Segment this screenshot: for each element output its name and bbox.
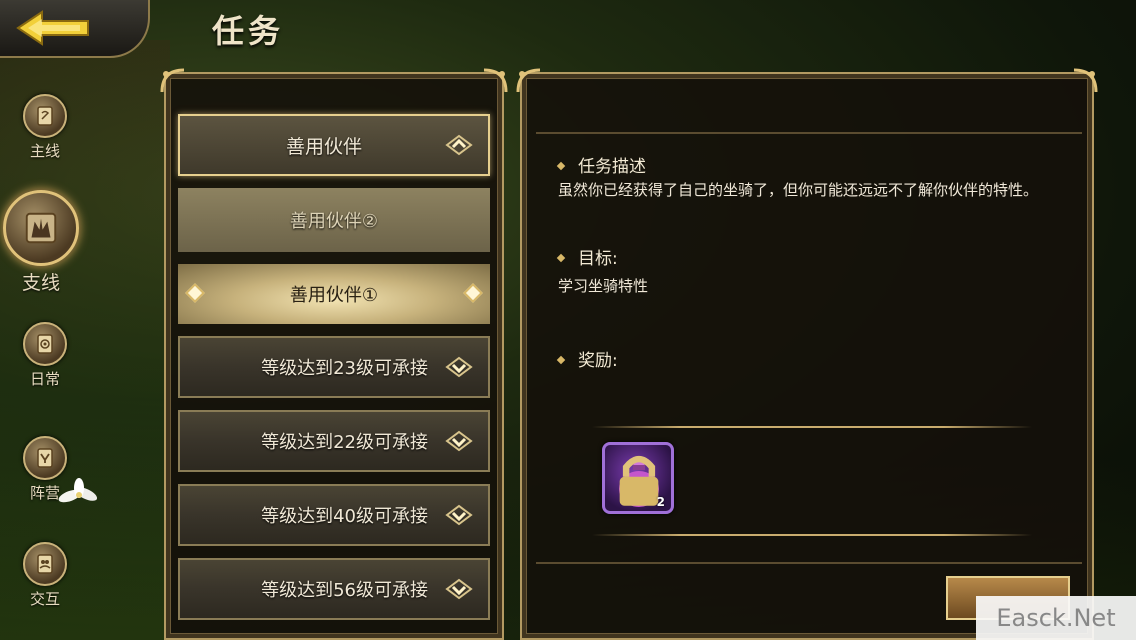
task-item[interactable]: 善用伙伴② [178, 188, 490, 252]
chevron-up-icon [445, 134, 473, 156]
crown-icon [3, 190, 79, 266]
task-group[interactable]: 等级达到56级可承接 [178, 558, 490, 620]
divider [592, 534, 1032, 536]
nav-item-daily[interactable]: 日常 [0, 322, 90, 389]
task-item-label: 善用伙伴② [289, 211, 379, 232]
task-group-label: 等级达到40级可承接 [261, 506, 428, 527]
watermark: Easck.Net [976, 596, 1136, 640]
corner-ornament [1070, 66, 1100, 96]
description-text: 虽然你已经获得了自己的坐骑了，但你可能还远远不了解你伙伴的特性。 [558, 181, 1039, 199]
nav-item-main[interactable]: 主线 [0, 94, 90, 161]
reward-count: 2 [656, 495, 665, 509]
task-list-panel: 善用伙伴 善用伙伴② 善用伙伴① 等级达到23级可承接 等级达到22级可承接 等… [160, 68, 508, 640]
scroll-icon [23, 94, 67, 138]
task-group[interactable]: 等级达到40级可承接 [178, 484, 490, 546]
nav-item-interact[interactable]: 交互 [0, 542, 90, 609]
chevron-down-icon [445, 578, 473, 600]
reward-item-slot[interactable]: 2 [602, 442, 674, 514]
corner-ornament [158, 66, 188, 96]
chevron-down-icon [445, 504, 473, 526]
nav-item-side[interactable]: 支线 [0, 190, 86, 295]
goal-title: 目标: [558, 244, 618, 269]
nav-label-side: 支线 [21, 272, 60, 294]
task-item-selected[interactable]: 善用伙伴① [178, 264, 490, 324]
task-group-list: 等级达到23级可承接 等级达到22级可承接 等级达到40级可承接 等级达到56级… [178, 336, 494, 620]
left-nav: 主线 支线 日常 阵营 交互 [0, 90, 90, 620]
page-title: 任务 [212, 12, 285, 50]
people-icon [23, 542, 67, 586]
flower-decoration [58, 478, 98, 503]
nav-label-interact: 交互 [29, 590, 60, 608]
nav-label-main: 主线 [29, 142, 60, 160]
task-group[interactable]: 等级达到23级可承接 [178, 336, 490, 398]
task-list: 善用伙伴 善用伙伴② 善用伙伴① 等级达到23级可承接 等级达到22级可承接 等… [178, 114, 494, 632]
corner-ornament [514, 66, 544, 96]
diamond-icon [463, 283, 483, 303]
task-group-label: 等级达到23级可承接 [261, 358, 428, 379]
chevron-down-icon [445, 356, 473, 378]
task-group-header-label: 善用伙伴 [285, 135, 362, 158]
task-group-label: 等级达到56级可承接 [261, 580, 428, 601]
shield-icon [23, 436, 67, 480]
task-item-label: 善用伙伴① [289, 285, 379, 306]
task-group-header[interactable]: 善用伙伴 [178, 114, 490, 176]
watermark-text: Easck.Net [996, 604, 1116, 632]
target-icon [23, 322, 67, 366]
task-group[interactable]: 等级达到22级可承接 [178, 410, 490, 472]
nav-label-daily: 日常 [29, 370, 60, 388]
back-button[interactable] [0, 0, 150, 58]
reward-title: 奖励: [558, 346, 618, 371]
corner-ornament [480, 66, 510, 96]
back-arrow-icon [16, 10, 89, 46]
description-title: 任务描述 [558, 152, 646, 177]
top-bar: 任务 [0, 0, 1136, 60]
reward-band: 2 [592, 426, 1032, 536]
goal-text: 学习坐骑特性 [558, 277, 649, 295]
diamond-icon [185, 283, 205, 303]
task-group-label: 等级达到22级可承接 [261, 432, 428, 453]
divider [592, 426, 1032, 428]
chevron-down-icon [445, 430, 473, 452]
task-detail-panel: 任务描述 虽然你已经获得了自己的坐骑了，但你可能还远远不了解你伙伴的特性。 目标… [516, 68, 1098, 640]
